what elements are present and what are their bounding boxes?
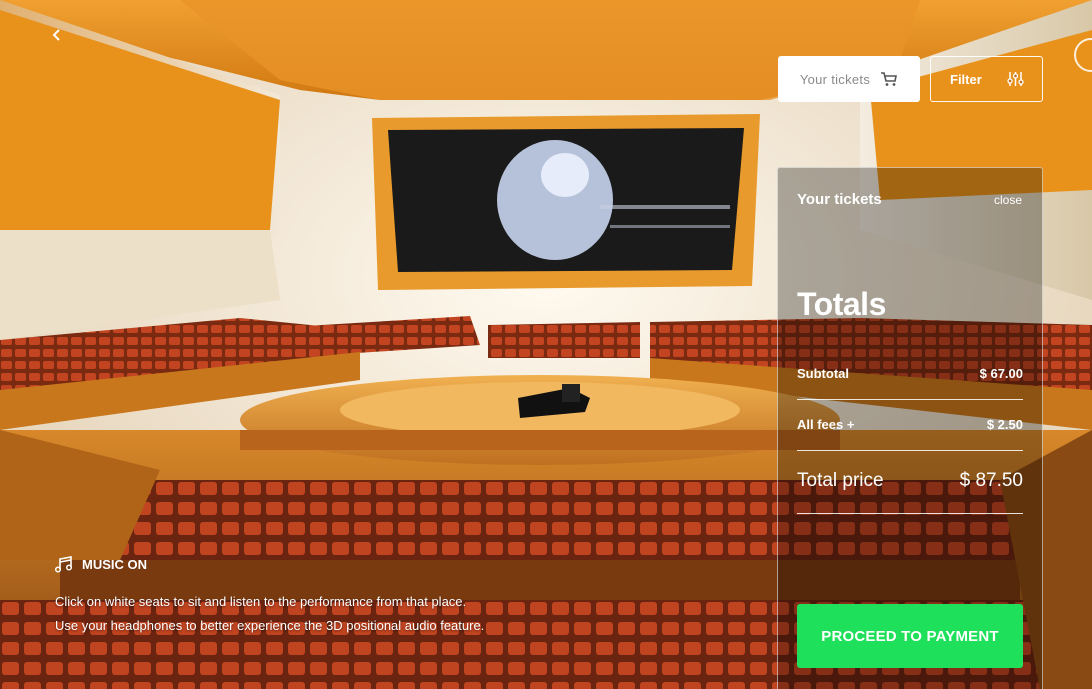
fees-label[interactable]: All fees + <box>797 417 854 432</box>
proceed-to-payment-button[interactable]: PROCEED TO PAYMENT <box>797 604 1023 668</box>
total-label: Total price <box>797 470 884 491</box>
close-link[interactable]: close <box>994 193 1022 207</box>
fees-row: All fees + $ 2.50 <box>797 417 1023 432</box>
filter-button-label: Filter <box>950 71 982 87</box>
totals-heading: Totals <box>797 286 886 322</box>
subtotal-label: Subtotal <box>797 366 849 381</box>
subtotal-row: Subtotal $ 67.00 <box>797 366 1023 381</box>
chevron-left-icon <box>52 29 60 41</box>
divider <box>797 399 1023 400</box>
cart-icon <box>881 72 898 86</box>
music-toggle[interactable]: MUSIC ON <box>54 555 147 574</box>
tickets-panel: Your tickets close Totals Subtotal $ 67.… <box>777 167 1043 689</box>
panel-title: Your tickets <box>797 191 882 208</box>
music-label: MUSIC ON <box>82 557 147 572</box>
tickets-button-label: Your tickets <box>799 71 871 87</box>
back-button[interactable] <box>44 22 70 48</box>
divider <box>797 513 1023 514</box>
filter-button[interactable]: Filter <box>930 56 1043 102</box>
divider <box>797 450 1023 451</box>
your-tickets-button[interactable]: Your tickets <box>778 56 920 102</box>
info-line-seats: Click on white seats to sit and listen t… <box>55 594 467 609</box>
info-line-headphones: Use your headphones to better experience… <box>55 618 485 633</box>
music-note-icon <box>54 556 73 573</box>
total-row: Total price $ 87.50 <box>797 470 1023 492</box>
total-value: $ 87.50 <box>959 470 1023 491</box>
fees-value: $ 2.50 <box>986 417 1023 432</box>
sliders-icon <box>1007 72 1024 86</box>
subtotal-value: $ 67.00 <box>979 366 1023 381</box>
